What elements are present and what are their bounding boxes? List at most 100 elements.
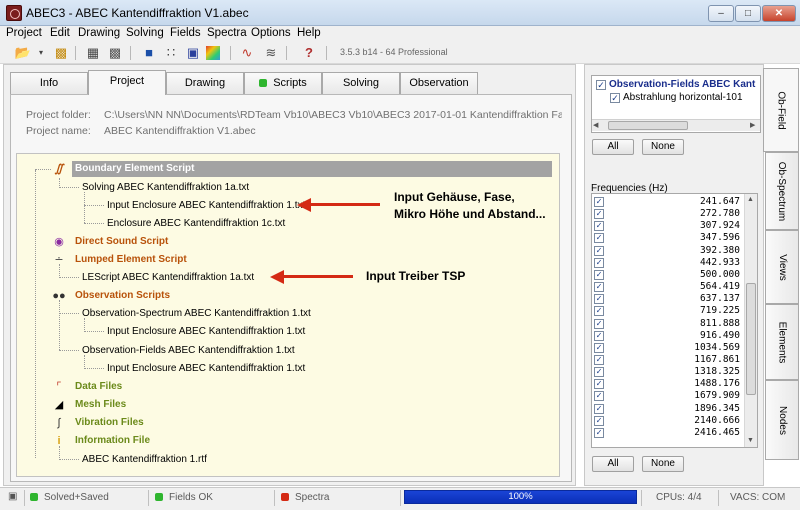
- scroll-down-icon[interactable]: ▼: [747, 437, 754, 444]
- save-icon[interactable]: ▩: [52, 44, 70, 62]
- tree-item-input-enclosure[interactable]: Input Enclosure ABEC Kantendiffraktion 1…: [107, 200, 305, 211]
- frequency-row[interactable]: ✓ 719.225: [594, 305, 740, 317]
- tree-item-information-file[interactable]: Information File: [75, 435, 150, 446]
- frequency-checkbox[interactable]: ✓: [594, 318, 604, 329]
- field-icon[interactable]: ▣: [184, 44, 202, 62]
- frequency-row[interactable]: ✓ 272.780: [594, 208, 740, 220]
- help-icon[interactable]: ?: [300, 44, 318, 62]
- obs-root-label[interactable]: Observation-Fields ABEC Kant: [609, 79, 755, 90]
- frequency-checkbox[interactable]: ✓: [594, 403, 604, 414]
- frequency-row[interactable]: ✓ 811.888: [594, 318, 740, 330]
- tree-item-lescript[interactable]: LEScript ABEC Kantendiffraktion 1a.txt: [82, 272, 254, 283]
- frequency-row[interactable]: ✓ 1896.345: [594, 403, 740, 415]
- tab-observation[interactable]: Observation: [400, 72, 478, 94]
- frequency-checkbox[interactable]: ✓: [594, 257, 604, 268]
- frequency-row[interactable]: ✓ 1034.569: [594, 342, 740, 354]
- menu-help[interactable]: Help: [297, 27, 321, 39]
- mesh-icon[interactable]: ▦: [84, 44, 102, 62]
- menu-spectra[interactable]: Spectra: [207, 27, 247, 39]
- vtab-nodes[interactable]: Nodes: [765, 380, 799, 460]
- tree-item-input-enclosure[interactable]: Input Enclosure ABEC Kantendiffraktion 1…: [107, 363, 305, 374]
- frequency-checkbox[interactable]: ✓: [594, 367, 604, 378]
- tree-item-rtf[interactable]: ABEC Kantendiffraktion 1.rtf: [82, 454, 207, 465]
- frequency-row[interactable]: ✓ 2140.666: [594, 415, 740, 427]
- frequency-row[interactable]: ✓ 564.419: [594, 281, 740, 293]
- tab-solving[interactable]: Solving: [322, 72, 400, 94]
- points-icon[interactable]: ∷: [162, 44, 180, 62]
- frequency-row[interactable]: ✓ 392.380: [594, 245, 740, 257]
- spectrum-icon[interactable]: ∿: [238, 44, 256, 62]
- menu-solving[interactable]: Solving: [126, 27, 164, 39]
- tab-drawing[interactable]: Drawing: [166, 72, 244, 94]
- frequency-row[interactable]: ✓ 442.933: [594, 257, 740, 269]
- frequency-checkbox[interactable]: ✓: [594, 379, 604, 390]
- tree-item-data-files[interactable]: Data Files: [75, 381, 122, 392]
- spectrum-settings-icon[interactable]: ≋: [262, 44, 280, 62]
- tab-scripts[interactable]: Scripts: [244, 72, 322, 94]
- obs-child-label[interactable]: Abstrahlung horizontal-101: [623, 92, 743, 103]
- tree-item-obs-fields[interactable]: Observation-Fields ABEC Kantendiffraktio…: [82, 345, 295, 356]
- tree-item-direct-sound[interactable]: Direct Sound Script: [75, 236, 168, 247]
- horizontal-scroll-thumb[interactable]: [608, 121, 688, 130]
- minimize-button[interactable]: –: [708, 5, 734, 22]
- vtab-ob-spectrum[interactable]: Ob-Spectrum: [765, 152, 799, 230]
- menu-fields[interactable]: Fields: [170, 27, 201, 39]
- frequency-row[interactable]: ✓ 1167.861: [594, 354, 740, 366]
- frequency-row[interactable]: ✓ 637.137: [594, 293, 740, 305]
- frequency-row[interactable]: ✓ 241.647: [594, 196, 740, 208]
- tree-item-enclosure[interactable]: Enclosure ABEC Kantendiffraktion 1c.txt: [107, 218, 285, 229]
- dropdown-arrow-icon[interactable]: ▾: [32, 44, 50, 62]
- frequency-checkbox[interactable]: ✓: [594, 233, 604, 244]
- obs-none-button[interactable]: None: [642, 139, 684, 155]
- frequency-checkbox[interactable]: ✓: [594, 269, 604, 280]
- scroll-up-icon[interactable]: ▲: [747, 196, 754, 203]
- maximize-button[interactable]: □: [735, 5, 761, 22]
- frequency-checkbox[interactable]: ✓: [594, 415, 604, 426]
- open-folder-icon[interactable]: 📂: [14, 44, 32, 62]
- obs-all-button[interactable]: All: [592, 139, 634, 155]
- frequency-row[interactable]: ✓ 1318.325: [594, 366, 740, 378]
- tab-project[interactable]: Project: [88, 70, 166, 95]
- frequency-checkbox[interactable]: ✓: [594, 221, 604, 232]
- frequency-checkbox[interactable]: ✓: [594, 427, 604, 438]
- grid-icon[interactable]: ▩: [106, 44, 124, 62]
- frequency-checkbox[interactable]: ✓: [594, 282, 604, 293]
- menu-edit[interactable]: Edit: [50, 27, 70, 39]
- frequency-checkbox[interactable]: ✓: [594, 330, 604, 341]
- frequency-row[interactable]: ✓ 1488.176: [594, 378, 740, 390]
- vtab-elements[interactable]: Elements: [765, 304, 799, 380]
- scroll-right-icon[interactable]: ▶: [750, 121, 760, 130]
- freq-none-button[interactable]: None: [642, 456, 684, 472]
- tree-item-solving[interactable]: Solving ABEC Kantendiffraktion 1a.txt: [82, 182, 249, 193]
- menu-options[interactable]: Options: [251, 27, 291, 39]
- frequency-checkbox[interactable]: ✓: [594, 209, 604, 220]
- tree-item-input-enclosure[interactable]: Input Enclosure ABEC Kantendiffraktion 1…: [107, 326, 305, 337]
- obs-child-checkbox[interactable]: ✓: [610, 93, 620, 103]
- frequency-row[interactable]: ✓ 307.924: [594, 220, 740, 232]
- frequency-checkbox[interactable]: ✓: [594, 391, 604, 402]
- tree-item-mesh-files[interactable]: Mesh Files: [75, 399, 126, 410]
- frequency-row[interactable]: ✓ 2416.465: [594, 427, 740, 439]
- frequency-checkbox[interactable]: ✓: [594, 294, 604, 305]
- frequency-row[interactable]: ✓ 1679.909: [594, 390, 740, 402]
- frequency-row[interactable]: ✓ 500.000: [594, 269, 740, 281]
- solve-icon[interactable]: ■: [140, 44, 158, 62]
- tree-item-observation[interactable]: Observation Scripts: [75, 290, 170, 301]
- frequency-checkbox[interactable]: ✓: [594, 354, 604, 365]
- freq-all-button[interactable]: All: [592, 456, 634, 472]
- scroll-left-icon[interactable]: ◀: [593, 121, 603, 130]
- tree-item-lumped[interactable]: Lumped Element Script: [75, 254, 187, 265]
- frequency-checkbox[interactable]: ✓: [594, 306, 604, 317]
- vtab-views[interactable]: Views: [765, 230, 799, 304]
- vtab-ob-field[interactable]: Ob-Field: [763, 68, 799, 152]
- tree-item-obs-spectrum[interactable]: Observation-Spectrum ABEC Kantendiffrakt…: [82, 308, 311, 319]
- frequency-row[interactable]: ✓ 916.490: [594, 330, 740, 342]
- menu-project[interactable]: Project: [6, 27, 42, 39]
- frequency-checkbox[interactable]: ✓: [594, 197, 604, 207]
- frequency-row[interactable]: ✓ 347.596: [594, 232, 740, 244]
- menu-drawing[interactable]: Drawing: [78, 27, 120, 39]
- vertical-scroll-thumb[interactable]: [746, 283, 756, 395]
- frequency-checkbox[interactable]: ✓: [594, 245, 604, 256]
- close-button[interactable]: ✕: [762, 5, 796, 22]
- tab-info[interactable]: Info: [10, 72, 88, 94]
